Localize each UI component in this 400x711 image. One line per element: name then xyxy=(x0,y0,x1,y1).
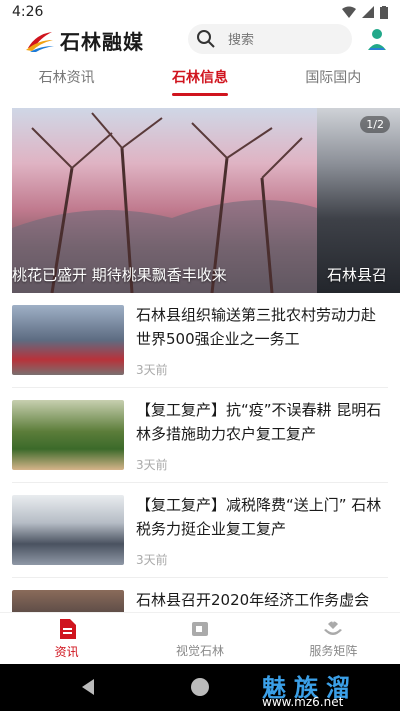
news-item[interactable]: 【复工复产】抗“疫”不误春耕 昆明石林多措施助力农户复工复产 3天前 xyxy=(12,388,388,483)
news-thumbnail xyxy=(12,400,124,470)
status-bar: 4:26 xyxy=(0,0,400,24)
carousel-slide[interactable]: 1/2 石林县召 xyxy=(317,108,400,293)
document-icon xyxy=(59,618,76,639)
video-icon xyxy=(191,621,208,636)
category-tabs: 石林资讯 石林信息 国际国内 xyxy=(0,58,400,96)
news-item[interactable]: 石林县组织输送第三批农村劳动力赴世界500强企业之一务工 3天前 xyxy=(12,293,388,388)
status-icons xyxy=(342,5,388,19)
logo: 石林融媒 xyxy=(26,26,144,55)
battery-icon xyxy=(380,5,388,19)
tab-label: 石林资讯 xyxy=(38,70,95,86)
home-icon[interactable] xyxy=(191,678,209,696)
news-title: 【复工复产】抗“疫”不误春耕 昆明石林多措施助力农户复工复产 xyxy=(136,401,382,443)
carousel-pager: 1/2 xyxy=(360,116,390,133)
signal-icon xyxy=(362,6,374,18)
search-box[interactable] xyxy=(188,24,352,54)
tab-shilin-info[interactable]: 石林信息 xyxy=(133,58,266,96)
watermark-url: www.mz6.net xyxy=(262,695,344,709)
tab-label: 石林信息 xyxy=(171,70,228,86)
news-time: 3天前 xyxy=(136,363,168,377)
heart-hand-icon xyxy=(324,621,343,635)
news-thumbnail xyxy=(12,305,124,375)
nav-label: 资讯 xyxy=(54,644,79,659)
news-title: 【复工复产】减税降费“送上门” 石林税务力挺企业复工复产 xyxy=(136,496,382,538)
user-icon[interactable] xyxy=(364,26,390,52)
nav-services[interactable]: 服务矩阵 xyxy=(267,613,400,665)
slide-caption: 石林县召 xyxy=(327,266,388,284)
news-time: 3天前 xyxy=(136,458,168,472)
app-header: 石林融媒 xyxy=(0,24,400,58)
back-icon[interactable] xyxy=(80,678,96,696)
news-item[interactable]: 【复工复产】减税降费“送上门” 石林税务力挺企业复工复产 3天前 xyxy=(12,483,388,578)
logo-text: 石林融媒 xyxy=(60,30,144,54)
slide-caption: 桃花已盛开 期待桃果飘香丰收来 xyxy=(12,266,227,284)
search-icon xyxy=(197,30,215,48)
nav-label: 视觉石林 xyxy=(175,643,224,658)
wifi-icon xyxy=(342,6,356,18)
search-input[interactable] xyxy=(226,30,340,48)
tab-international[interactable]: 国际国内 xyxy=(267,58,400,96)
nav-label: 服务矩阵 xyxy=(309,643,358,658)
nav-news[interactable]: 资讯 xyxy=(0,613,133,665)
news-thumbnail xyxy=(12,495,124,565)
status-time: 4:26 xyxy=(12,4,44,20)
nav-visual[interactable]: 视觉石林 xyxy=(133,613,266,665)
bottom-nav: 资讯 视觉石林 服务矩阵 xyxy=(0,612,400,665)
carousel-slide[interactable]: 桃花已盛开 期待桃果飘香丰收来 xyxy=(12,108,317,293)
news-title: 石林县组织输送第三批农村劳动力赴世界500强企业之一务工 xyxy=(136,306,377,348)
tab-label: 国际国内 xyxy=(305,70,362,86)
news-time: 3天前 xyxy=(136,553,168,567)
tab-shilin-news[interactable]: 石林资讯 xyxy=(0,58,133,96)
news-title: 石林县召开2020年经济工作务虚会 xyxy=(136,591,370,609)
logo-icon xyxy=(26,31,54,52)
banner-carousel[interactable]: 桃花已盛开 期待桃果飘香丰收来 1/2 石林县召 xyxy=(12,108,400,293)
